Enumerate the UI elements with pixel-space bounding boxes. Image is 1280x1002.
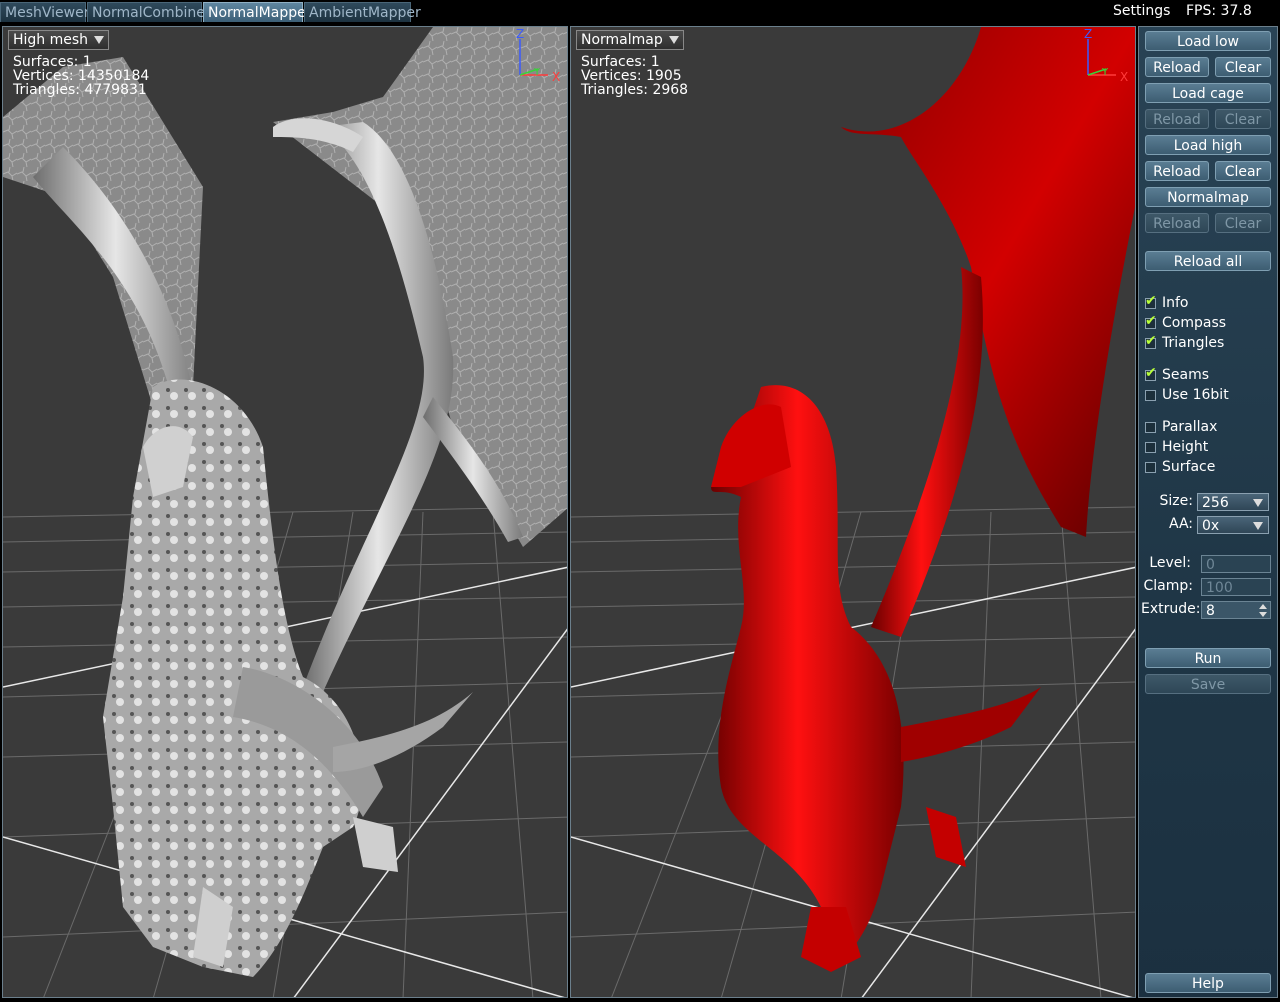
vertices-count: Vertices: 14350184 [13,68,150,84]
checkbox-label: Use 16bit [1162,387,1229,403]
normalmap-button[interactable]: Normalmap [1145,187,1271,207]
check-icon: ✔ [1145,293,1157,309]
size-label: Size: [1159,493,1193,509]
surfaces-count: Surfaces: 1 [581,54,660,70]
checkbox-label: Info [1162,295,1189,311]
checkbox-label: Surface [1162,459,1216,475]
triangles-count: Triangles: 4779831 [13,82,147,98]
surfaces-count: Surfaces: 1 [13,54,92,70]
extrude-stepper[interactable]: 8 [1201,601,1271,619]
axis-compass-icon: Z Y X [516,27,560,84]
tab-ambientmapper[interactable]: AmbientMapper [304,2,421,22]
stepper-arrows-icon[interactable] [1258,603,1268,617]
tab-normalcombiner[interactable]: NormalCombiner [87,2,211,22]
help-button[interactable]: Help [1145,973,1271,993]
view-mode-dropdown-left[interactable]: High mesh [8,30,110,50]
reload-cage-button[interactable]: Reload [1145,109,1209,129]
checkbox-label: Compass [1162,315,1227,331]
checkbox-box [1145,422,1156,433]
compass-y-label: Y [533,67,541,78]
surface-checkbox[interactable]: Surface [1145,458,1215,476]
checkbox-label: Parallax [1162,419,1218,435]
settings-button[interactable]: Settings [1113,3,1170,19]
extrude-label: Extrude: [1141,601,1201,617]
level-field[interactable]: 0 [1201,555,1271,573]
clamp-label: Clamp: [1143,578,1194,594]
load-low-button[interactable]: Load low [1145,31,1271,51]
load-cage-button[interactable]: Load cage [1145,83,1271,103]
reload-all-button[interactable]: Reload all [1145,251,1271,271]
checkbox-label: Seams [1162,367,1210,383]
save-button[interactable]: Save [1145,674,1271,694]
chevron-down-icon [94,36,105,44]
reload-high-button[interactable]: Reload [1145,161,1209,181]
info-checkbox[interactable]: ✔ Info [1145,293,1189,312]
normalmap-scene [571,27,1135,997]
parallax-checkbox[interactable]: Parallax [1145,418,1217,436]
check-icon: ✔ [1145,313,1157,329]
chevron-down-icon [1253,499,1263,507]
reload-normalmap-button[interactable]: Reload [1145,213,1209,233]
axis-compass-icon: Z Y X [1084,27,1128,84]
check-icon: ✔ [1145,333,1157,349]
compass-x-label: X [1120,70,1128,84]
use16bit-checkbox[interactable]: Use 16bit [1145,386,1229,404]
checkbox-box [1145,390,1156,401]
checkbox-label: Triangles [1162,335,1225,351]
control-panel: Load low Reload Clear Load cage Reload C… [1138,26,1278,998]
triangles-checkbox[interactable]: ✔ Triangles [1145,333,1225,352]
top-bar: MeshViewer NormalCombiner NormalMapper A… [0,0,1280,24]
view-mode-value: Normalmap [581,32,663,48]
tab-meshviewer[interactable]: MeshViewer [0,2,89,22]
checkbox-box [1145,462,1156,473]
fps-readout: FPS: 37.8 [1186,3,1252,19]
aa-value: 0x [1202,518,1220,534]
triangles-count: Triangles: 2968 [581,82,689,98]
view-mode-value: High mesh [13,32,89,48]
check-icon: ✔ [1145,365,1157,381]
size-value: 256 [1202,495,1229,511]
level-label: Level: [1149,555,1191,571]
compass-z-label: Z [1084,27,1092,41]
high-mesh-scene [3,27,567,997]
chevron-down-icon [1253,522,1263,530]
checkbox-label: Height [1162,439,1209,455]
extrude-value: 8 [1206,603,1215,619]
run-button[interactable]: Run [1145,648,1271,668]
clear-high-button[interactable]: Clear [1215,161,1271,181]
compass-y-label: Y [1101,67,1109,78]
load-high-button[interactable]: Load high [1145,135,1271,155]
compass-checkbox[interactable]: ✔ Compass [1145,313,1227,332]
tab-normalmapper[interactable]: NormalMapper [203,2,311,22]
aa-label: AA: [1168,516,1193,532]
seams-checkbox[interactable]: ✔ Seams [1145,365,1210,384]
high-mesh-viewport[interactable]: High mesh Surfaces: 1 Vertices: 14350184… [2,26,568,998]
vertices-count: Vertices: 1905 [581,68,682,84]
clear-normalmap-button[interactable]: Clear [1215,213,1271,233]
checkbox-box [1145,442,1156,453]
normalmap-viewport[interactable]: Normalmap Surfaces: 1 Vertices: 1905 Tri… [570,26,1136,998]
clear-low-button[interactable]: Clear [1215,57,1271,77]
clear-cage-button[interactable]: Clear [1215,109,1271,129]
chevron-down-icon [668,36,679,44]
reload-low-button[interactable]: Reload [1145,57,1209,77]
compass-z-label: Z [516,27,524,41]
compass-x-label: X [552,70,560,84]
clamp-field[interactable]: 100 [1201,578,1271,596]
size-dropdown[interactable]: 256 [1197,493,1269,511]
height-checkbox[interactable]: Height [1145,438,1208,456]
aa-dropdown[interactable]: 0x [1197,516,1269,534]
view-mode-dropdown-right[interactable]: Normalmap [576,30,684,50]
